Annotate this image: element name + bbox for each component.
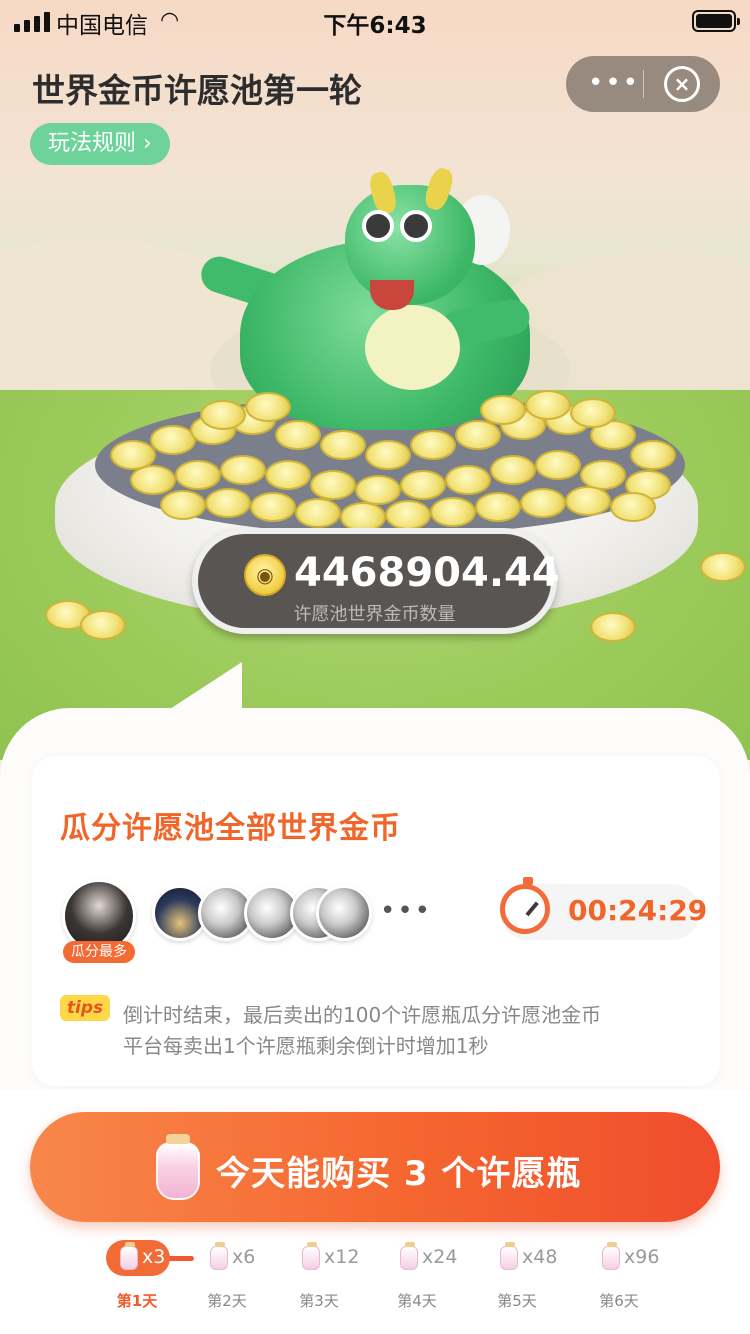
gold-coin [275, 420, 321, 450]
day-1-bottle-count: x3 [106, 1240, 170, 1276]
gold-coin [700, 552, 746, 582]
day-5-bottle-count: x48 [486, 1240, 557, 1276]
gold-coin [630, 440, 676, 470]
gold-coin [220, 455, 266, 485]
gold-coin [570, 398, 616, 428]
buy-button-label: 今天能购买 3 个许愿瓶 [216, 1154, 582, 1194]
gold-coin [590, 612, 636, 642]
wish-bottle-icon [400, 1242, 418, 1270]
card-title: 瓜分许愿池全部世界金币 [60, 811, 401, 846]
status-bar: 中国电信 ◠ 下午6:43 [0, 0, 750, 40]
gold-coin [205, 488, 251, 518]
dragon-eye [362, 210, 394, 242]
dragon-eye [400, 210, 432, 242]
gold-coin [480, 395, 526, 425]
day-multiplier: x6 [232, 1246, 256, 1268]
day-multiplier: x24 [422, 1246, 458, 1268]
day-multiplier: x48 [522, 1246, 558, 1268]
day-multiplier: x96 [624, 1246, 660, 1268]
day-2-bottle-count: x6 [196, 1240, 260, 1276]
mini-program-capsule: ••• × [566, 56, 720, 112]
wish-bottle-icon [210, 1242, 228, 1270]
gold-coin [200, 400, 246, 430]
gold-coin [310, 470, 356, 500]
gold-coin [130, 465, 176, 495]
gold-coin [160, 490, 206, 520]
gold-coin [455, 420, 501, 450]
more-avatars-icon[interactable]: ••• [380, 896, 432, 926]
gold-coin [610, 492, 656, 522]
avatar[interactable] [316, 885, 372, 941]
gold-coin [475, 492, 521, 522]
gold-coin [365, 440, 411, 470]
gold-coin [320, 430, 366, 460]
status-time: 下午6:43 [323, 13, 427, 39]
day-multiplier: x12 [324, 1246, 360, 1268]
rules-button[interactable]: 玩法规则 › [30, 123, 170, 165]
day-4-bottle-count: x24 [386, 1240, 457, 1276]
gold-coin [445, 465, 491, 495]
day-label: 第1天 [116, 1292, 158, 1310]
gold-coin [400, 470, 446, 500]
day-3-bottle-count: x12 [288, 1240, 359, 1276]
gold-coin [525, 390, 571, 420]
wish-bottle-icon [602, 1242, 620, 1270]
gold-coin [430, 497, 476, 527]
gold-coin [295, 498, 341, 528]
wish-bottle-icon [156, 1134, 200, 1200]
gold-coin [80, 610, 126, 640]
gold-coin [245, 392, 291, 422]
gold-coin [410, 430, 456, 460]
day-label: 第4天 [397, 1292, 437, 1310]
piggy-coin-icon: ◉ [244, 554, 286, 596]
gold-coin [355, 475, 401, 505]
gold-coin [565, 486, 611, 516]
close-button[interactable]: × [664, 66, 700, 102]
day-multiplier: x3 [142, 1246, 166, 1268]
wish-bottle-icon [500, 1242, 518, 1270]
gold-coin [520, 488, 566, 518]
day-6-bottle-count: x96 [588, 1240, 659, 1276]
tip-text: 倒计时结束，最后卖出的100个许愿瓶瓜分许愿池金币 [123, 1003, 602, 1027]
countdown-timer: 00:24:29 [568, 894, 708, 927]
gold-coin [265, 460, 311, 490]
gold-coin [535, 450, 581, 480]
more-options-button[interactable]: ••• [584, 64, 644, 104]
top-winner-badge: 瓜分最多 [63, 941, 135, 963]
stopwatch-icon [500, 877, 550, 934]
dragon-belly [365, 305, 460, 390]
pool-coin-counter: ◉ 4468904.44 许愿池世界金币数量 [192, 528, 560, 634]
page-title: 世界金币许愿池第一轮 [32, 71, 362, 110]
tip-text: 平台每卖出1个许愿瓶剩余倒计时增加1秒 [123, 1034, 489, 1058]
wish-bottle-icon [120, 1242, 138, 1270]
gold-coin [250, 492, 296, 522]
pool-coin-label: 许愿池世界金币数量 [293, 604, 456, 625]
gold-coin [490, 455, 536, 485]
capsule-divider [643, 70, 644, 98]
tips-tag: tips [60, 995, 110, 1021]
wish-bottle-icon [302, 1242, 320, 1270]
battery-icon [692, 10, 740, 32]
gold-coin [175, 460, 221, 490]
day-label: 第2天 [207, 1292, 247, 1310]
pool-coin-count: 4468904.44 [294, 550, 560, 596]
day-label: 第5天 [497, 1292, 537, 1310]
day-label: 第6天 [599, 1292, 639, 1310]
day-label: 第3天 [299, 1292, 339, 1310]
gold-coin [385, 500, 431, 530]
